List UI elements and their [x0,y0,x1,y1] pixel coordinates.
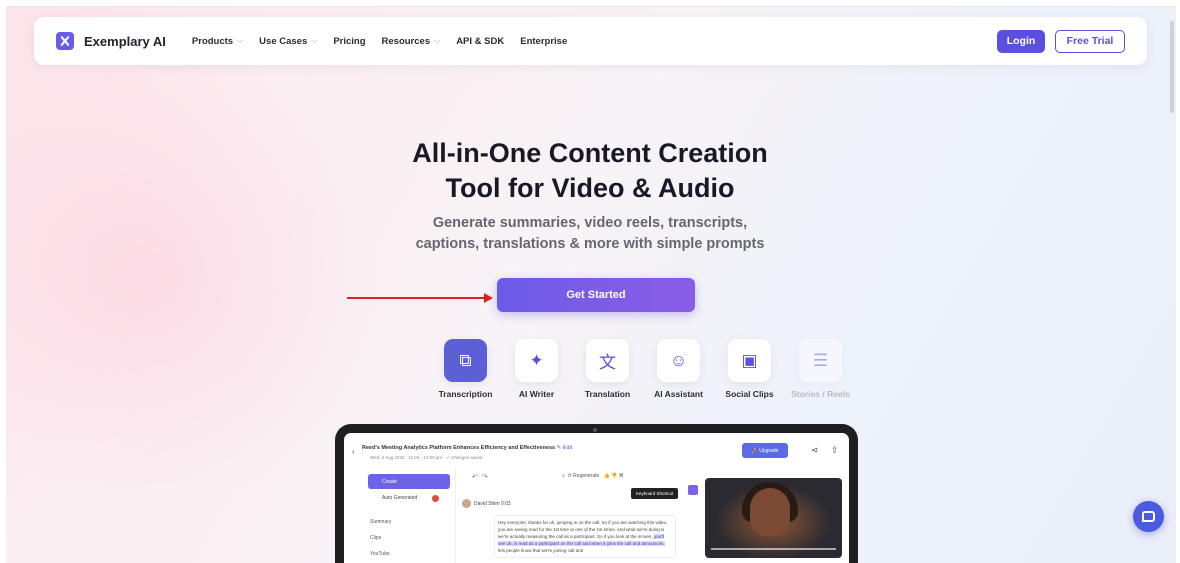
hero-subtitle: Generate summaries, video reels, transcr… [0,213,1180,255]
chat-widget-button[interactable] [1133,501,1164,532]
nav-item-label: Use Cases [259,35,308,47]
preview-auto-generated: Auto Generated [382,495,418,501]
annotation-arrow-line [347,297,487,299]
feature-tab-label: Social Clips [725,389,774,399]
nav-item-label: Products [191,35,234,47]
preview-sidebar-item: Summary [370,519,392,525]
camera-dot [593,428,597,432]
top-navbar: Exemplary AI Products ⌵ Use Cases ⌵ Pricing R… [34,17,1147,65]
feature-tab-translation[interactable]: 文 Translation [572,339,643,399]
back-chevron-icon: ‹ [352,447,355,456]
logo-icon [56,32,74,50]
laptop-preview: ‹ Reed's Meeting Analytics Platform Enha… [335,424,858,563]
feature-tab-label: Transcription [438,389,493,399]
main-menu: Products ⌵ Use Cases ⌵ Pricing Resources ⌵ API … [192,36,567,47]
translate-icon: 文 [586,339,629,382]
preview-date: Wed, 2 Aug 2023 · 11:04 - 12:00 am · ✓ C… [370,455,483,460]
preview-create-button: Create [368,474,450,489]
keyboard-shortcut-tooltip: Keyboard Shortcut [631,488,679,499]
preview-sidebar: Create Auto Generated Summary Clips YouTub… [344,467,456,563]
hero-title-line-2: Tool for Video & Audio [445,173,735,203]
transcript-block: Hey everyone, thanks for uh, jumping in … [494,515,676,558]
hero-title: All-in-One Content Creation Tool for Vid… [0,136,1180,206]
undo-redo-icons: ↶↷ [472,474,492,481]
feature-tabs: ⧉ Transcription ✦ AI Writer 文 Translation ☺ AI … [430,339,856,399]
feature-tab-social-clips[interactable]: ▣ Social Clips [714,339,785,399]
preview-title: Reed's Meeting Analytics Platform Enhanc… [362,445,572,451]
hero-subtitle-line-1: Generate summaries, video reels, transcr… [432,215,748,231]
preview-edit-link: ✎ Edit [556,445,573,451]
transcription-icon: ⧉ [444,339,487,382]
feature-tab-stories-reels[interactable]: ☰ Stories / Reels [785,339,856,399]
transcript-tail: lets people know that we're joining call… [498,548,584,553]
nav-actions: Login Free Trial [997,29,1125,53]
regenerate-label: Regenerate [573,473,600,479]
feature-tab-label: Translation [584,389,631,399]
download-icon: ⇪ [831,445,839,455]
speaker-name: David Shim 0:03 [474,501,511,507]
robot-icon: ☺ [657,339,700,382]
login-button[interactable]: Login [997,29,1045,53]
nav-item-api-sdk[interactable]: API & SDK [456,36,504,47]
nav-item-resources[interactable]: Resources ⌵ [382,36,441,47]
stories-icon: ☰ [799,339,842,382]
get-started-button[interactable]: Get Started [497,278,695,312]
share-icon: ⋖ [811,445,819,455]
nav-item-label: Resources [381,35,431,47]
nav-item-enterprise[interactable]: Enterprise [520,36,567,47]
nav-item-label: Pricing [333,35,366,47]
chevron-down-icon: ⌵ [237,36,244,45]
video-player-preview [705,478,842,558]
nav-item-use-cases[interactable]: Use Cases ⌵ [259,36,317,47]
notification-dot [432,495,439,502]
hero-subtitle-line-2: captions, translations & more with simpl… [415,236,765,252]
scrollbar[interactable] [1170,21,1174,113]
preview-sidebar-item: Clips [370,535,382,541]
chevron-down-icon: ⌵ [434,36,441,45]
nav-item-products[interactable]: Products ⌵ [192,36,243,47]
preview-edit-label: Edit [562,445,573,451]
feature-tab-label: AI Assistant [654,389,703,399]
hero-title-line-1: All-in-One Content Creation [412,138,768,168]
preview-sidebar-item: YouTube [370,551,390,557]
video-person-face [750,488,790,536]
feature-tab-transcription[interactable]: ⧉ Transcription [430,339,501,399]
feature-tab-label: Stories / Reels [791,389,850,399]
annotation-arrow-head [484,293,493,303]
preview-upgrade-label: Upgrade [759,447,779,454]
free-trial-button[interactable]: Free Trial [1055,29,1125,53]
film-icon: ▣ [728,339,771,382]
feature-tab-ai-assistant[interactable]: ☺ AI Assistant [643,339,714,399]
chevron-down-icon: ⌵ [311,36,318,45]
feature-tab-label: AI Writer [518,389,555,399]
feature-tab-ai-writer[interactable]: ✦ AI Writer [501,339,572,399]
transcript-text: Hey everyone, thanks for uh, jumping in … [498,520,668,539]
preview-upgrade-button: 🚀 Upgrade [742,443,788,458]
brand-name: Exemplary AI [84,33,166,49]
preview-title-text: Reed's Meeting Analytics Platform Enhanc… [362,445,556,451]
nav-item-label: Enterprise [520,35,568,47]
logo[interactable]: Exemplary AI [56,32,192,50]
speaker-avatar [462,499,471,508]
preview-toolbar: ⌕ ⟳ Regenerate 👍 👎 ⌘ [562,473,624,479]
nav-item-label: API & SDK [456,35,505,47]
nav-item-pricing[interactable]: Pricing [333,36,365,47]
sparkle-icon: ✦ [515,339,558,382]
chat-bubble-icon [1142,511,1155,522]
accent-swatch [688,485,698,495]
app-preview-screen: ‹ Reed's Meeting Analytics Platform Enha… [344,433,849,563]
video-progress-bar [711,548,836,550]
